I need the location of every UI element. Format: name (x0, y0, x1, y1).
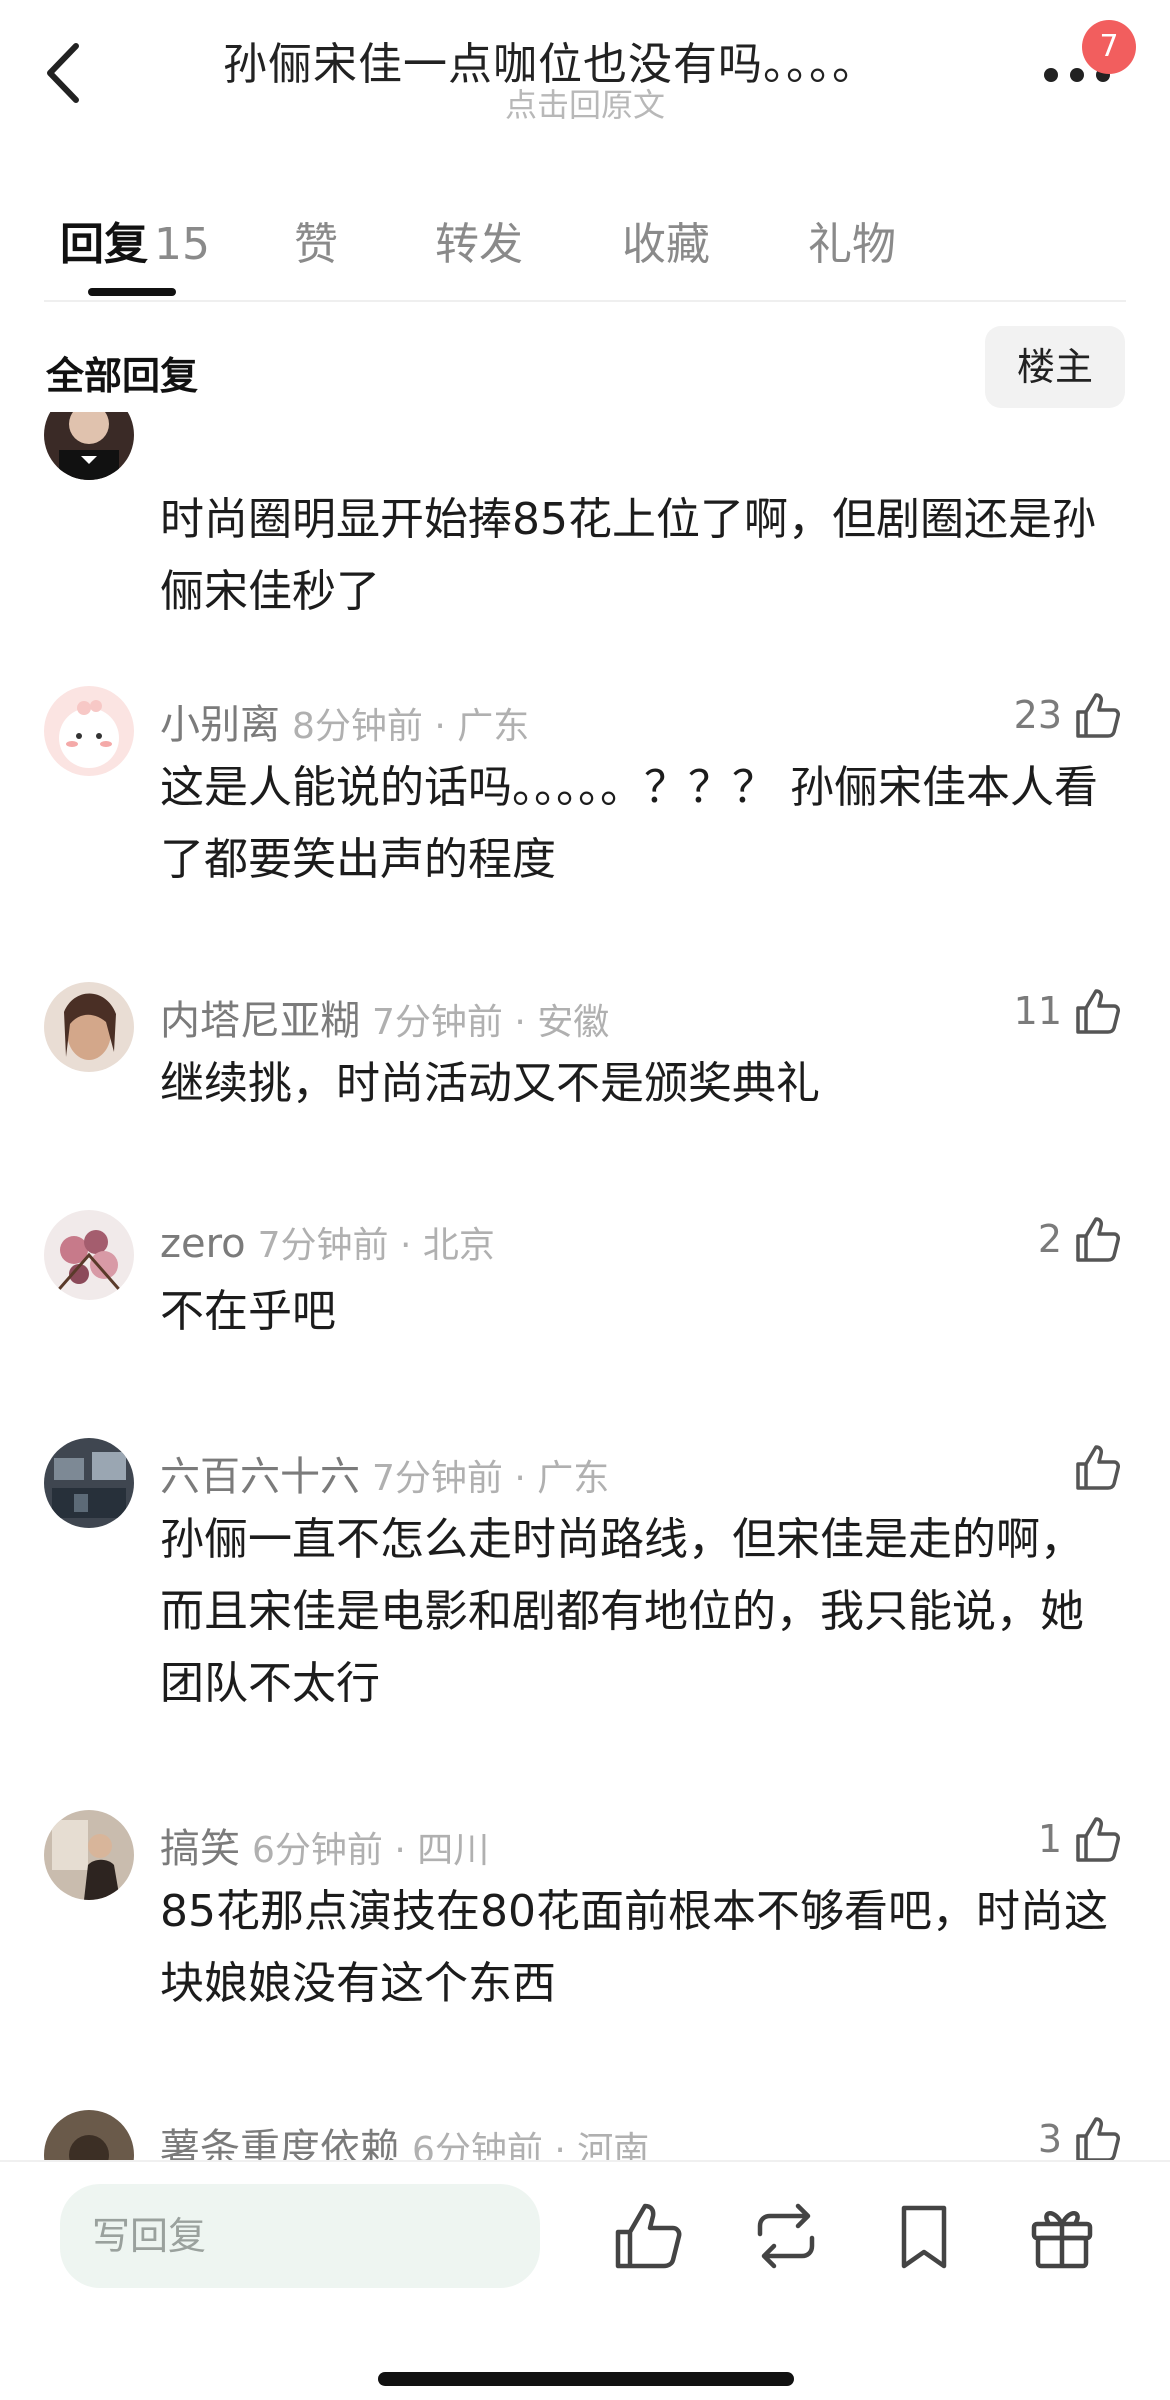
avatar[interactable] (44, 412, 134, 480)
avatar[interactable] (44, 1810, 134, 1900)
thumb-up-icon (615, 2203, 682, 2269)
avatar-image (44, 412, 134, 480)
repost-icon (757, 2203, 815, 2269)
thumb-up-icon (1076, 2117, 1120, 2162)
comment-text: 不在乎吧 (160, 1286, 336, 1337)
comment-author[interactable]: 薯条重度依赖 (160, 2126, 400, 2162)
notification-badge: 7 (1082, 20, 1136, 74)
comment-time: 7分钟前 · 安徽 (372, 1002, 610, 1043)
more-dots-icon (1044, 68, 1058, 82)
comment-item: zero 7分钟前 · 北京 2 不在乎吧 (0, 1200, 1170, 1380)
avatar[interactable] (44, 2110, 134, 2162)
tab-likes[interactable]: 赞 (294, 208, 338, 272)
thumb-up-icon (1076, 693, 1120, 738)
active-tab-indicator (88, 288, 176, 296)
repost-button[interactable] (748, 2198, 824, 2274)
like-post-button[interactable] (610, 2198, 686, 2274)
comment-text: 这是人能说的话吗。。。。。？？？ 孙俪宋佳本人看了都要笑出声的程度 (160, 762, 1098, 885)
comment-time: 7分钟前 · 北京 (257, 1225, 495, 1266)
top-nav-bar: 孙俪宋佳一点咖位也没有吗。。。。 点击回原文 7 (0, 0, 1170, 150)
comment-time: 8分钟前 · 广东 (292, 706, 530, 747)
comment-item: 六百六十六 7分钟前 · 广东 孙俪一直不怎么走时尚路线，但宋佳是走的啊，而且宋佳… (0, 1428, 1170, 1748)
comment-meta: 六百六十六 7分钟前 · 广东 (160, 1444, 609, 1502)
like-button[interactable] (1062, 1432, 1122, 1502)
avatar-image (44, 1438, 134, 1528)
reply-input[interactable]: 写回复 (60, 2184, 540, 2288)
comment-author[interactable]: 小别离 (160, 702, 280, 748)
tab-replies[interactable]: 回复 15 (60, 208, 210, 272)
back-button[interactable] (40, 38, 90, 108)
thumb-up-icon (1076, 1817, 1120, 1862)
comment-author[interactable]: zero (160, 1221, 246, 1267)
tab-replies-label: 回复 (60, 219, 148, 270)
comment-meta: 薯条重度依赖 6分钟前 · 河南 (160, 2116, 649, 2162)
tab-replies-count: 15 (154, 219, 210, 270)
chevron-left-icon (47, 43, 79, 103)
avatar-image (44, 1810, 134, 1900)
comment-time: 7分钟前 · 广东 (372, 1458, 610, 1499)
avatar[interactable] (44, 686, 134, 776)
thumb-up-icon (1076, 1217, 1120, 1262)
avatar[interactable] (44, 1438, 134, 1528)
like-button[interactable]: 3 (1038, 2104, 1122, 2162)
comment-author[interactable]: 六百六十六 (160, 1454, 360, 1500)
tab-reposts[interactable]: 转发 (435, 208, 523, 272)
avatar[interactable] (44, 1210, 134, 1300)
like-count: 1 (1037, 1817, 1062, 1861)
like-button[interactable]: 23 (1014, 680, 1122, 750)
owner-filter-button[interactable]: 楼主 (985, 326, 1125, 408)
tab-gifts[interactable]: 礼物 (808, 208, 896, 272)
like-count: 2 (1037, 1217, 1062, 1261)
comment-list[interactable]: 时尚圈明显开始捧85花上位了啊，但剧圈还是孙俪宋佳秒了 小别离 8分钟前 · 广东… (0, 412, 1170, 2162)
avatar[interactable] (44, 982, 134, 1072)
comment-meta: zero 7分钟前 · 北京 (160, 1216, 495, 1268)
tab-favorites[interactable]: 收藏 (622, 208, 710, 272)
like-button[interactable]: 2 (1038, 1204, 1122, 1274)
comment-item: 时尚圈明显开始捧85花上位了啊，但剧圈还是孙俪宋佳秒了 (0, 412, 1170, 617)
tab-bar: 回复 15 赞 转发 收藏 礼物 (0, 190, 1170, 300)
comment-meta: 搞笑 6分钟前 · 四川 (160, 1816, 489, 1874)
comment-text: 继续挑，时尚活动又不是颁奖典礼 (160, 1058, 820, 1109)
comment-text: 85花那点演技在80花面前根本不够看吧，时尚这块娘娘没有这个东西 (160, 1886, 1108, 2009)
like-count: 3 (1037, 2117, 1062, 2161)
comment-author[interactable]: 搞笑 (160, 1826, 240, 1872)
home-indicator[interactable] (378, 2372, 794, 2386)
avatar-image (44, 982, 134, 1072)
comment-item: 搞笑 6分钟前 · 四川 1 85花那点演技在80花面前根本不够看吧，时尚这块娘娘… (0, 1800, 1170, 2050)
back-to-original-link[interactable]: 点击回原文 (150, 80, 1020, 126)
avatar-image (44, 686, 134, 776)
divider (44, 300, 1126, 302)
section-title: 全部回复 (46, 354, 199, 398)
bookmark-button[interactable] (886, 2198, 962, 2274)
comment-time: 6分钟前 · 河南 (412, 2130, 650, 2162)
comment-meta: 内塔尼亚糊 7分钟前 · 安徽 (160, 988, 609, 1046)
more-dot (1070, 68, 1084, 82)
bookmark-icon (901, 2205, 947, 2269)
thumb-up-icon (1076, 1445, 1120, 1490)
avatar-image (44, 1210, 134, 1300)
avatar-image (44, 2110, 134, 2162)
comment-item: 内塔尼亚糊 7分钟前 · 安徽 11 继续挑，时尚活动又不是颁奖典礼 (0, 972, 1170, 1152)
comment-item: 薯条重度依赖 6分钟前 · 河南 3 (0, 2100, 1170, 2162)
bottom-action-bar: 写回复 (0, 2160, 1170, 2400)
like-button[interactable]: 11 (1014, 976, 1122, 1046)
thumb-up-icon (1076, 989, 1120, 1034)
like-count: 11 (1013, 989, 1062, 1033)
comment-meta: 小别离 8分钟前 · 广东 (160, 692, 529, 750)
comment-author[interactable]: 内塔尼亚糊 (160, 998, 360, 1044)
like-count: 23 (1013, 693, 1062, 737)
comment-text: 时尚圈明显开始捧85花上位了啊，但剧圈还是孙俪宋佳秒了 (160, 494, 1096, 617)
comment-item: 小别离 8分钟前 · 广东 23 这是人能说的话吗。。。。。？？？ 孙俪宋佳本人看… (0, 676, 1170, 936)
like-button[interactable]: 1 (1038, 1804, 1122, 1874)
gift-button[interactable] (1024, 2198, 1100, 2274)
comment-text: 孙俪一直不怎么走时尚路线，但宋佳是走的啊，而且宋佳是电影和剧都有地位的，我只能说… (160, 1514, 1084, 1709)
gift-icon (1031, 2211, 1093, 2269)
comment-time: 6分钟前 · 四川 (252, 1830, 490, 1871)
